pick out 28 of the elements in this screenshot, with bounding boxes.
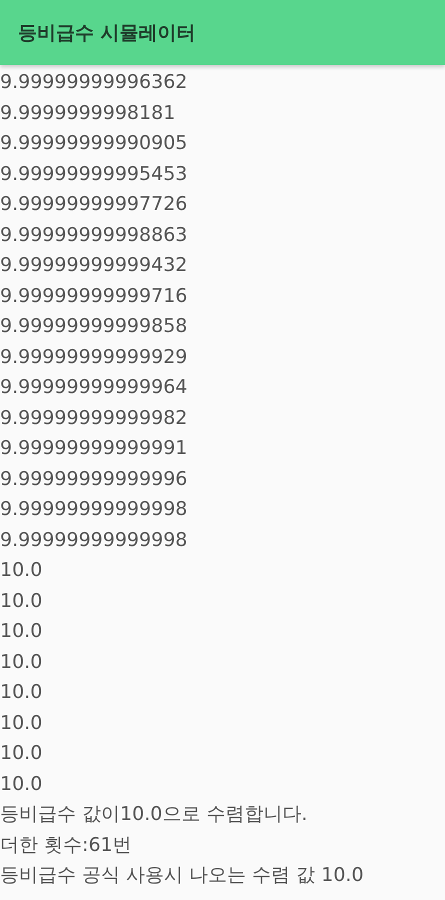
output-line: 9.99999999999929 — [0, 344, 188, 370]
output-line: 10.0 — [0, 619, 44, 644]
output-line: 10.0 — [0, 588, 44, 614]
output-line: 9.99999999998863 — [0, 222, 188, 248]
output-line: 9.99999999996362 — [0, 70, 188, 95]
output-line: 9.99999999999432 — [0, 253, 188, 278]
output-line: 9.9999999998181 — [0, 100, 176, 126]
output-line: 9.99999999999964 — [0, 375, 188, 400]
output-line: 9.99999999999716 — [0, 284, 188, 308]
output-line: 9.99999999999998 — [0, 497, 188, 522]
output-line: 9.99999999999998 — [0, 528, 188, 552]
app-title: 등비급수 시뮬레이터 — [18, 20, 196, 46]
output-line: 더한 횟수:61번 — [0, 832, 133, 858]
output-line: 9.99999999997726 — [0, 192, 188, 217]
output-line: 등비급수 공식 사용시 나오는 수렴 값 10.0 — [0, 863, 365, 888]
output-line: 9.99999999999996 — [0, 466, 188, 492]
output-line: 10.0 — [0, 710, 44, 736]
output-line: 9.99999999999982 — [0, 406, 188, 430]
output-line: 등비급수 값이10.0으로 수렴합니다. — [0, 802, 308, 827]
output-line: 9.99999999995453 — [0, 162, 188, 186]
output-line: 9.99999999999991 — [0, 436, 188, 461]
output-line: 10.0 — [0, 558, 44, 583]
output-line: 9.99999999990905 — [0, 131, 188, 156]
output-line: 10.0 — [0, 680, 44, 705]
output-line: 10.0 — [0, 650, 44, 674]
output-line: 10.0 — [0, 741, 44, 766]
output-line: 9.99999999999858 — [0, 314, 188, 339]
output-line: 10.0 — [0, 772, 44, 796]
